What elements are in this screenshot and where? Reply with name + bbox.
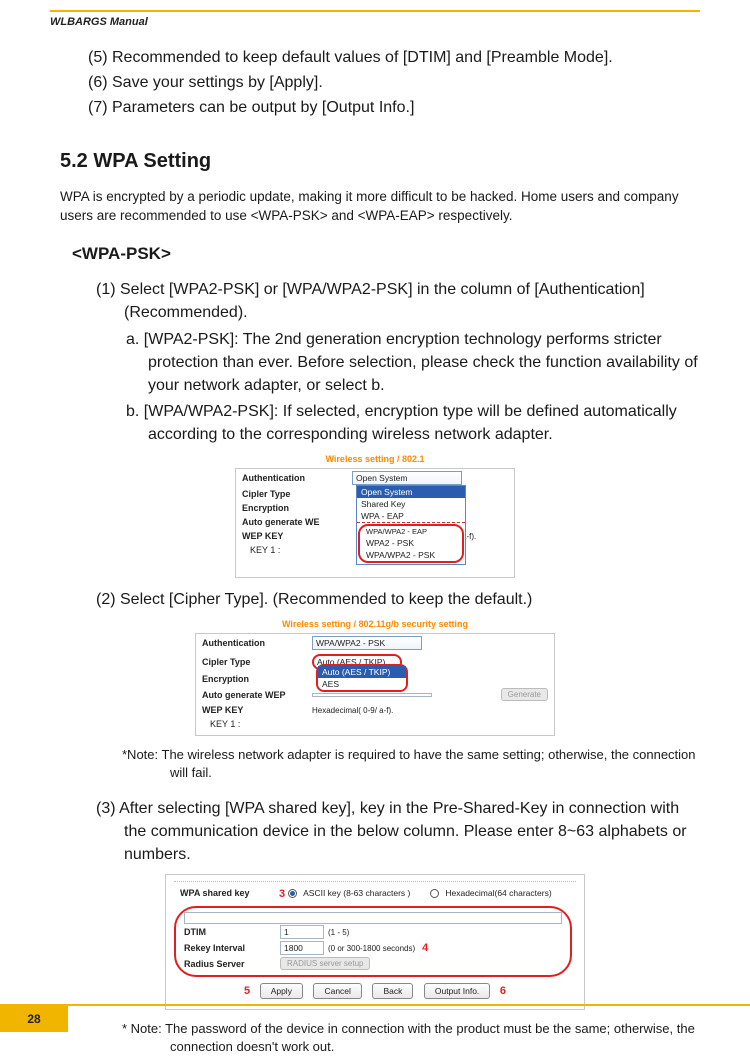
radio-ascii[interactable] [288, 889, 297, 898]
running-header: WLBARGS Manual [50, 16, 700, 28]
figure-title: Wireless setting / 802.11g/b security se… [195, 619, 555, 629]
note-text: *Note: The wireless network adapter is r… [50, 746, 700, 782]
step-3: (3) After selecting [WPA shared key], ke… [50, 797, 700, 867]
auth-select[interactable]: WPA/WPA2 - PSK [312, 636, 422, 650]
label-wepkey: WEP KEY [242, 531, 352, 541]
callout-number-3: 3 [276, 888, 288, 900]
dropdown-option[interactable]: WPA2 - PSK [362, 537, 460, 549]
rekey-input[interactable]: 1800 [280, 941, 324, 955]
label-key1: KEY 1 : [242, 545, 352, 555]
apply-button[interactable]: Apply [260, 983, 303, 999]
figure-cipher-dropdown: Wireless setting / 802.11g/b security se… [195, 619, 555, 736]
dtim-input[interactable]: 1 [280, 925, 324, 939]
dropdown-option[interactable]: WPA - EAP [357, 510, 465, 523]
generate-button[interactable]: Generate [501, 688, 548, 701]
highlight-circle-icon: WPA/WPA2 - EAP WPA2 - PSK WPA/WPA2 - PSK [358, 524, 464, 563]
figure-auth-dropdown: Wireless setting / 802.1 Authentication … [235, 454, 515, 578]
dropdown-option[interactable]: Open System [357, 486, 465, 498]
footer-rule [0, 1004, 750, 1006]
radius-setup-button[interactable]: RADIUS server setup [280, 957, 370, 970]
cancel-button[interactable]: Cancel [313, 983, 361, 999]
figure-title: Wireless setting / 802.1 [235, 454, 515, 464]
section-heading: 5.2 WPA Setting [50, 150, 700, 173]
step-1: (1) Select [WPA2-PSK] or [WPA/WPA2-PSK] … [50, 278, 700, 324]
label-cipher: Cipler Type [242, 489, 352, 499]
label-key1: KEY 1 : [202, 719, 312, 729]
dropdown-option[interactable]: WPA/WPA2 - EAP [362, 526, 460, 537]
label-encryption: Encryption [242, 503, 352, 513]
rekey-hint: (0 or 300-1800 seconds) [328, 944, 415, 953]
subsection-heading: <WPA-PSK> [50, 244, 700, 264]
label-radius: Radius Server [184, 959, 280, 969]
figure-shared-key: WPA shared key 3 ASCII key (8-63 charact… [165, 874, 585, 1010]
continued-list: (5) Recommended to keep default values o… [50, 46, 700, 120]
page-number: 28 [0, 1006, 68, 1032]
step-1a: a. [WPA2-PSK]: The 2nd generation encryp… [50, 328, 700, 398]
auth-select-closed[interactable]: Open System [352, 471, 462, 485]
list-item: (6) Save your settings by [Apply]. [88, 71, 700, 94]
label-cipher: Cipler Type [202, 657, 312, 667]
label-encryption: Encryption [202, 674, 312, 684]
label-dtim: DTIM [184, 927, 280, 937]
wep-hint: Hexadecimal( 0-9/ a-f). [312, 706, 393, 715]
output-info-button[interactable]: Output Info. [424, 983, 490, 999]
callout-number-4: 4 [419, 942, 431, 954]
section-intro: WPA is encrypted by a periodic update, m… [50, 187, 700, 226]
dropdown-option[interactable]: Shared Key [357, 498, 465, 510]
step-1b: b. [WPA/WPA2-PSK]: If selected, encrypti… [50, 400, 700, 446]
note-text: * Note: The password of the device in co… [50, 1020, 700, 1056]
radio-ascii-label: ASCII key (8-63 characters ) [303, 888, 410, 898]
auth-dropdown-open[interactable]: Open System Shared Key WPA - EAP WPA/WPA… [356, 485, 466, 565]
label-rekey: Rekey Interval [184, 943, 280, 953]
dropdown-option[interactable]: Auto (AES / TKIP) [318, 666, 406, 678]
step-2: (2) Select [Cipher Type]. (Recommended t… [50, 588, 700, 611]
cipher-dropdown-open[interactable]: Auto (AES / TKIP) AES [316, 664, 408, 692]
shared-key-input[interactable] [184, 912, 562, 924]
label-authentication: Authentication [202, 638, 312, 648]
callout-number-5: 5 [241, 985, 253, 997]
radio-hex[interactable] [430, 889, 439, 898]
label-shared-key: WPA shared key [180, 888, 276, 898]
label-autogen: Auto generate WE [242, 517, 352, 527]
dtim-hint: (1 - 5) [328, 928, 349, 937]
dropdown-option[interactable]: WPA/WPA2 - PSK [362, 549, 460, 561]
list-item: (7) Parameters can be output by [Output … [88, 96, 700, 119]
back-button[interactable]: Back [372, 983, 413, 999]
callout-number-6: 6 [497, 985, 509, 997]
label-autogen: Auto generate WEP [202, 690, 312, 700]
highlight-circle-icon: DTIM 1 (1 - 5) Rekey Interval 1800 (0 or… [174, 906, 572, 977]
radio-hex-label: Hexadecimal(64 characters) [445, 888, 551, 898]
dropdown-option[interactable]: AES [318, 678, 406, 690]
autogen-input[interactable] [312, 693, 432, 697]
list-item: (5) Recommended to keep default values o… [88, 46, 700, 69]
label-wepkey: WEP KEY [202, 705, 312, 715]
label-authentication: Authentication [242, 473, 352, 483]
